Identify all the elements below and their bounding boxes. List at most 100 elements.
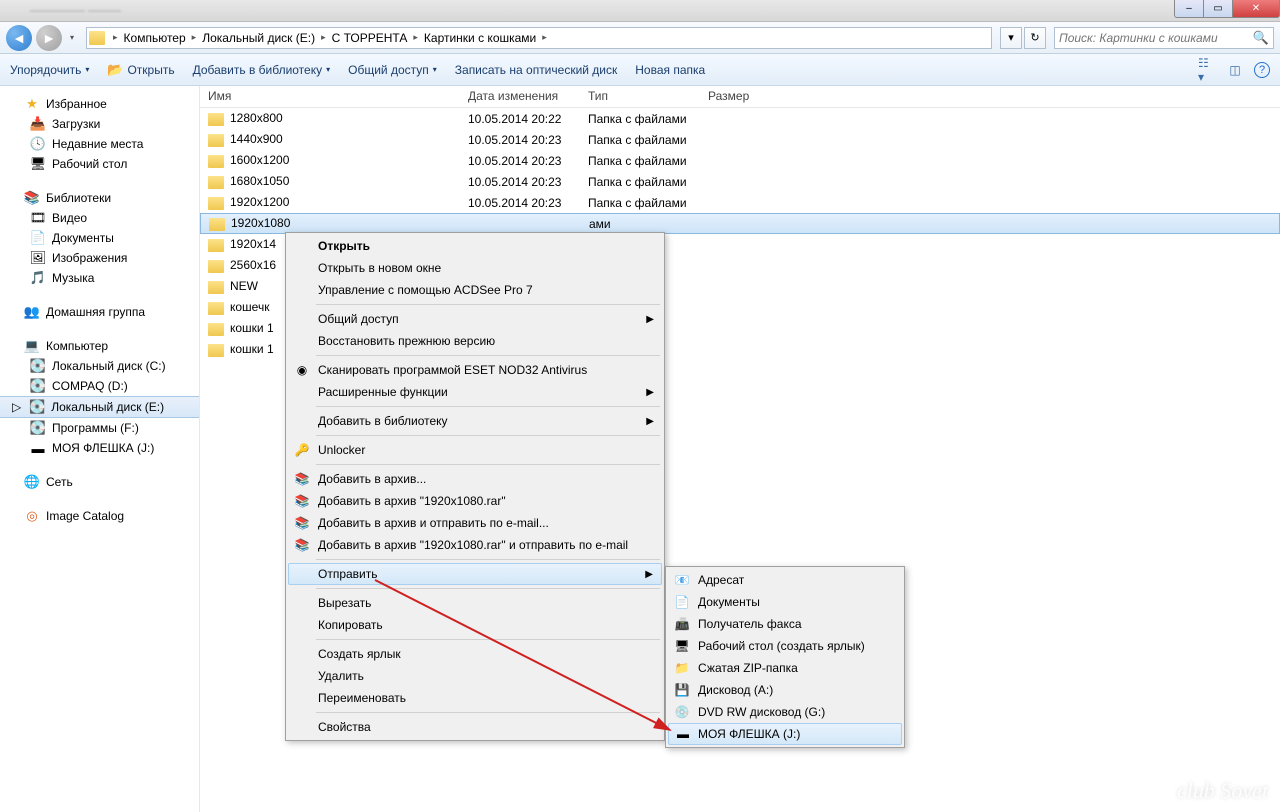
breadcrumb-seg[interactable]: Компьютер (122, 31, 188, 45)
menu-item-icon: 📧 (674, 572, 690, 588)
sidebar-item-desktop[interactable]: 🖥Рабочий стол (0, 154, 199, 174)
sidebar-item-music[interactable]: 🎵Музыка (0, 268, 199, 288)
share-button[interactable]: Общий доступ▾ (348, 63, 437, 77)
add-to-library-button[interactable]: Добавить в библиотеку▾ (193, 63, 331, 77)
column-header-size[interactable]: Размер (700, 86, 780, 107)
context-menu-item[interactable]: Свойства (288, 716, 662, 738)
send-to-item[interactable]: 🖥Рабочий стол (создать ярлык) (668, 635, 902, 657)
column-header-name[interactable]: Имя (200, 86, 460, 107)
context-menu-item[interactable]: 📚Добавить в архив... (288, 468, 662, 490)
watermark: club Sovet (1177, 778, 1268, 804)
music-icon: 🎵 (30, 270, 46, 286)
sidebar-image-catalog[interactable]: ◎Image Catalog (0, 506, 199, 526)
file-row[interactable]: 1680x105010.05.2014 20:23Папка с файлами (200, 171, 1280, 192)
send-to-item[interactable]: 📄Документы (668, 591, 902, 613)
minimize-button[interactable]: – (1174, 0, 1204, 18)
send-to-item[interactable]: ▬МОЯ ФЛЕШКА (J:) (668, 723, 902, 745)
search-icon[interactable]: 🔍 (1253, 30, 1269, 46)
close-button[interactable]: ✕ (1232, 0, 1280, 18)
chevron-icon[interactable]: ▸ (188, 32, 201, 43)
sidebar-item-pictures[interactable]: 🖼Изображения (0, 248, 199, 268)
sidebar-item-drive-d[interactable]: 💽COMPAQ (D:) (0, 376, 199, 396)
sidebar-item-downloads[interactable]: 📥Загрузки (0, 114, 199, 134)
context-menu-item[interactable]: Открыть в новом окне (288, 257, 662, 279)
context-menu-item[interactable]: 📚Добавить в архив "1920x1080.rar" и отпр… (288, 534, 662, 556)
menu-item-label: Общий доступ (318, 312, 399, 326)
context-menu-item[interactable]: Управление с помощью ACDSee Pro 7 (288, 279, 662, 301)
preview-pane-button[interactable]: ◫ (1226, 61, 1244, 79)
menu-item-label: Сжатая ZIP-папка (698, 661, 798, 675)
context-menu-item[interactable]: Копировать (288, 614, 662, 636)
sidebar-item-drive-j[interactable]: ▬МОЯ ФЛЕШКА (J:) (0, 438, 199, 458)
context-menu-item[interactable]: Общий доступ▶ (288, 308, 662, 330)
menu-item-label: Адресат (698, 573, 744, 587)
breadcrumb-seg[interactable]: С ТОРРЕНТА (330, 31, 410, 45)
chevron-icon[interactable]: ▸ (317, 32, 330, 43)
send-to-item[interactable]: 📠Получатель факса (668, 613, 902, 635)
context-menu-item[interactable]: 📚Добавить в архив "1920x1080.rar" (288, 490, 662, 512)
menu-item-label: Добавить в библиотеку (318, 414, 448, 428)
address-dropdown-button[interactable]: ▾ (1000, 27, 1022, 49)
open-button[interactable]: 📂Открыть (107, 62, 174, 78)
context-menu-item[interactable]: Открыть (288, 235, 662, 257)
folder-icon (89, 31, 105, 45)
context-menu-item[interactable]: Восстановить прежнюю версию (288, 330, 662, 352)
sidebar-item-drive-f[interactable]: 💽Программы (F:) (0, 418, 199, 438)
sidebar-computer[interactable]: 💻Компьютер (0, 336, 199, 356)
refresh-button[interactable]: ↻ (1024, 27, 1046, 49)
context-menu-item[interactable]: Добавить в библиотеку▶ (288, 410, 662, 432)
context-menu-item[interactable]: ◉Сканировать программой ESET NOD32 Antiv… (288, 359, 662, 381)
context-menu-item[interactable]: Создать ярлык (288, 643, 662, 665)
context-menu-item[interactable]: 🔑Unlocker (288, 439, 662, 461)
sidebar-item-drive-e[interactable]: ▷💽Локальный диск (E:) (0, 396, 199, 418)
maximize-button[interactable]: ▭ (1203, 0, 1233, 18)
context-menu-item[interactable]: Удалить (288, 665, 662, 687)
chevron-icon[interactable]: ▸ (109, 32, 122, 43)
sidebar-favorites[interactable]: ★Избранное (0, 94, 199, 114)
organize-button[interactable]: Упорядочить▾ (10, 63, 89, 77)
file-type: Папка с файлами (580, 154, 700, 168)
nav-forward-button[interactable]: ► (36, 25, 62, 51)
context-menu-item[interactable]: Расширенные функции▶ (288, 381, 662, 403)
file-row[interactable]: 1280x80010.05.2014 20:22Папка с файлами (200, 108, 1280, 129)
send-to-item[interactable]: 📁Сжатая ZIP-папка (668, 657, 902, 679)
burn-button[interactable]: Записать на оптический диск (455, 63, 618, 77)
search-box[interactable]: 🔍 (1054, 27, 1274, 49)
breadcrumb-seg[interactable]: Локальный диск (E:) (200, 31, 317, 45)
sidebar-item-videos[interactable]: 🎞Видео (0, 208, 199, 228)
desktop-icon: 🖥 (30, 156, 46, 172)
new-folder-button[interactable]: Новая папка (635, 63, 705, 77)
context-menu-item[interactable]: Отправить▶ (288, 563, 662, 585)
context-menu-item[interactable]: Переименовать (288, 687, 662, 709)
context-menu-item[interactable]: 📚Добавить в архив и отправить по e-mail.… (288, 512, 662, 534)
sidebar-item-recent[interactable]: 🕓Недавние места (0, 134, 199, 154)
chevron-icon[interactable]: ▸ (538, 32, 551, 43)
sidebar-item-documents[interactable]: 📄Документы (0, 228, 199, 248)
file-row[interactable]: 1920x1080ами (200, 213, 1280, 234)
chevron-icon[interactable]: ▸ (409, 32, 422, 43)
help-button[interactable]: ? (1254, 62, 1270, 78)
column-header-type[interactable]: Тип (580, 86, 700, 107)
breadcrumb[interactable]: ▸ Компьютер ▸ Локальный диск (E:) ▸ С ТО… (86, 27, 992, 49)
sidebar-item-drive-c[interactable]: 💽Локальный диск (C:) (0, 356, 199, 376)
search-input[interactable] (1059, 31, 1253, 45)
submenu-arrow-icon: ▶ (646, 387, 654, 398)
column-header-date[interactable]: Дата изменения (460, 86, 580, 107)
sidebar-homegroup[interactable]: 👥Домашняя группа (0, 302, 199, 322)
toolbar: Упорядочить▾ 📂Открыть Добавить в библиот… (0, 54, 1280, 86)
send-to-item[interactable]: 💿DVD RW дисковод (G:) (668, 701, 902, 723)
file-row[interactable]: 1600x120010.05.2014 20:23Папка с файлами (200, 150, 1280, 171)
send-to-item[interactable]: 📧 Адресат (668, 569, 902, 591)
send-to-item[interactable]: 💾Дисковод (A:) (668, 679, 902, 701)
nav-back-button[interactable]: ◄ (6, 25, 32, 51)
file-row[interactable]: 1920x120010.05.2014 20:23Папка с файлами (200, 192, 1280, 213)
nav-history-dropdown[interactable]: ▾ (66, 33, 78, 42)
network-icon: 🌐 (24, 474, 40, 490)
breadcrumb-seg[interactable]: Картинки с кошками (422, 31, 538, 45)
view-options-button[interactable]: ☷ ▾ (1198, 61, 1216, 79)
library-icon: 📚 (24, 190, 40, 206)
file-row[interactable]: 1440x90010.05.2014 20:23Папка с файлами (200, 129, 1280, 150)
sidebar-libraries[interactable]: 📚Библиотеки (0, 188, 199, 208)
sidebar-network[interactable]: 🌐Сеть (0, 472, 199, 492)
context-menu-item[interactable]: Вырезать (288, 592, 662, 614)
